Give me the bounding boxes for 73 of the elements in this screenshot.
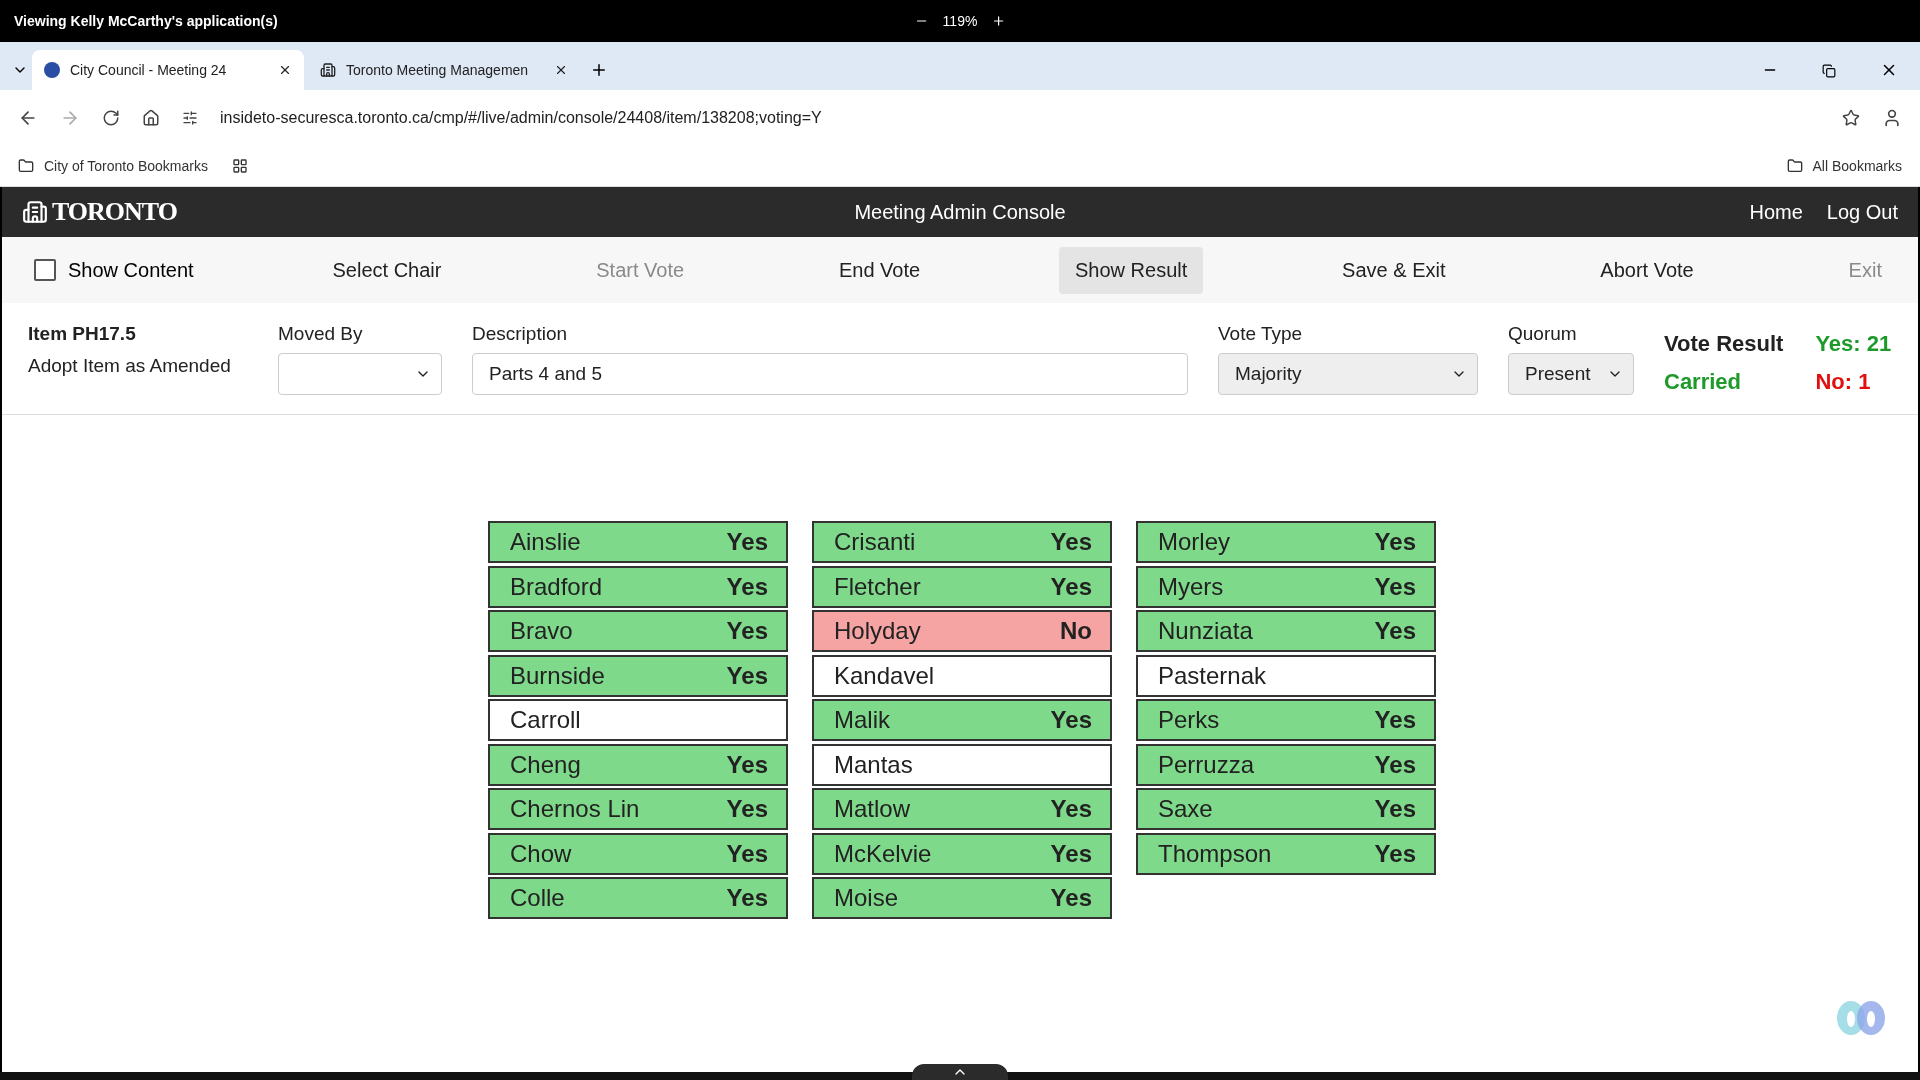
member-vote-cell: Crisanti Yes [812,521,1112,563]
vote-result: Carried [1664,369,1743,395]
member-vote-cell: Bravo Yes [488,610,788,652]
toolbar-button[interactable]: Save & Exit [1326,246,1462,294]
checkbox-label: Show Content [68,258,194,282]
browser-tab[interactable]: Toronto Meeting Managemen [308,50,580,90]
no-count: No: 1 [1815,369,1872,395]
member-vote-cell: Cheng Yes [488,743,788,786]
folder-icon [18,158,34,174]
close-tab-icon[interactable] [554,63,568,77]
member-vote-cell: Ainslie Yes [488,521,788,563]
member-vote-cell: Kandavel [812,654,1112,697]
field-label: Quorum [1508,323,1578,345]
home-icon[interactable] [142,109,160,127]
member-vote-cell: Holyday No [812,610,1112,652]
toronto-logo: TORONTO [22,197,177,227]
app-title: Meeting Admin Console [854,200,1066,224]
member-vote-cell: Fletcher Yes [812,565,1112,608]
new-tab-icon[interactable] [590,61,608,79]
globe-icon [44,62,60,78]
member-vote-cell: Perruzza Yes [1136,743,1436,786]
item-title: Adopt Item as Amended [28,355,232,377]
member-vote-cell: Malik Yes [812,699,1112,741]
checkbox[interactable] [34,259,56,281]
toolbar-button[interactable]: End Vote [822,246,937,294]
restore-icon[interactable] [1822,64,1836,78]
zoom-level: 119% [942,13,978,29]
profile-icon[interactable] [1882,108,1902,128]
folder-icon [1786,158,1803,174]
field-label: Moved By [278,323,364,345]
reload-icon[interactable] [102,109,120,127]
apps-icon[interactable] [231,158,248,174]
member-vote-cell: Chow Yes [488,832,788,875]
member-vote-cell: Carroll [488,699,788,741]
member-vote-cell: Myers Yes [1136,565,1436,608]
toolbar-button[interactable]: Abort Vote [1584,246,1710,294]
bookmark-star-icon[interactable] [1842,109,1860,127]
member-vote-cell: Saxe Yes [1136,788,1436,830]
all-bookmarks[interactable]: All Bookmarks [1812,158,1902,174]
field-label: Vote Type [1218,323,1304,345]
header-link[interactable]: Log Out [1826,200,1898,224]
bookmark-folder[interactable]: City of Toronto Bookmarks [44,158,208,174]
field-label: Description [472,323,569,345]
member-vote-cell: Mantas [812,743,1112,786]
member-vote-cell: Burnside Yes [488,654,788,697]
member-vote-cell: Perks Yes [1136,699,1436,741]
vote-type-select[interactable]: Majority [1218,353,1478,395]
toolbar-button[interactable]: Select Chair [316,246,458,294]
quorum-select[interactable]: Present [1508,353,1634,395]
member-vote-cell: Chernos Lin Yes [488,788,788,830]
logo-icon [1834,998,1888,1038]
zoom-in-icon[interactable] [991,14,1006,28]
member-vote-cell: Morley Yes [1136,521,1436,563]
browser-tab[interactable]: City Council - Meeting 24 [32,50,304,90]
member-vote-cell: Bradford Yes [488,565,788,608]
item-number: Item PH17.5 [28,323,137,345]
building-icon [320,62,336,78]
share-title: Viewing Kelly McCarthy's application(s) [14,13,278,29]
member-vote-cell: Nunziata Yes [1136,610,1436,652]
member-vote-cell: McKelvie Yes [812,832,1112,875]
member-vote-cell: Moise Yes [812,877,1112,919]
member-vote-cell: Thompson Yes [1136,832,1436,875]
close-tab-icon[interactable] [278,63,292,77]
member-vote-cell: Pasternak [1136,654,1436,697]
yes-count: Yes: 21 [1815,331,1892,357]
member-vote-cell: Matlow Yes [812,788,1112,830]
toolbar-button[interactable]: Show Result [1059,246,1204,294]
site-settings-icon[interactable] [182,110,198,126]
header-link[interactable]: Home [1749,200,1803,224]
description-field[interactable]: Parts 4 and 5 [472,353,1188,395]
panel-handle[interactable] [912,1064,1008,1080]
vote-result-label: Vote Result [1664,331,1784,357]
member-vote-cell: Colle Yes [488,877,788,919]
